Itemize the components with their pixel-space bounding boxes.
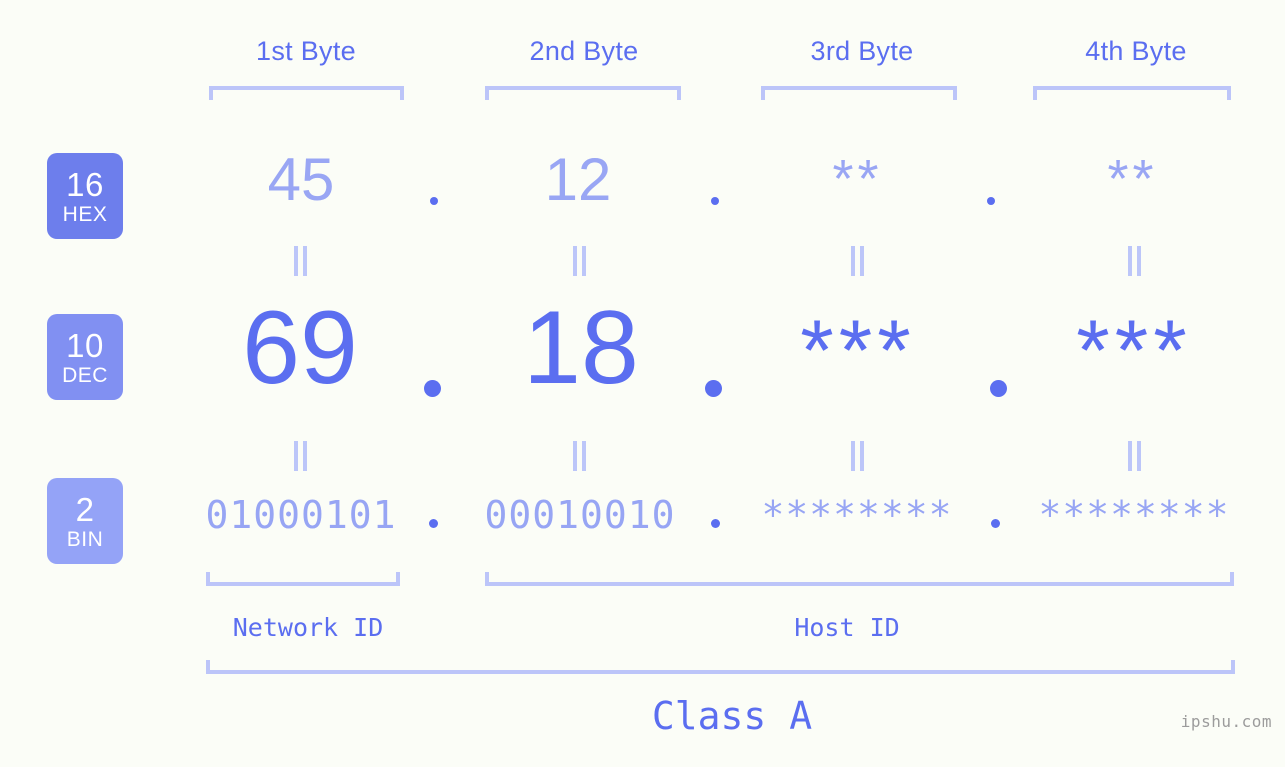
class-label: Class A: [651, 694, 813, 738]
class-bracket: [206, 660, 1235, 674]
base-badge-dec-label: DEC: [62, 363, 108, 387]
bin-dot-1: [429, 519, 438, 528]
equals-dec-bin-1: [294, 441, 308, 471]
hex-dot-1: [430, 197, 438, 205]
dec-byte-2: 18: [523, 290, 639, 406]
hex-dot-3: [987, 197, 995, 205]
hex-byte-4: **: [1107, 149, 1158, 209]
byte-header-3: 3rd Byte: [810, 36, 914, 66]
bin-byte-2: 00010010: [484, 493, 676, 537]
base-badge-bin-label: BIN: [66, 527, 104, 551]
equals-hex-dec-2: [573, 246, 587, 276]
bin-dot-2: [711, 519, 720, 528]
dec-byte-3: ***: [800, 303, 916, 399]
byte-header-1: 1st Byte: [256, 36, 356, 66]
dec-byte-4: ***: [1076, 303, 1192, 399]
byte-bracket-top-4: [1033, 86, 1231, 100]
host-id-bracket: [485, 572, 1234, 586]
equals-hex-dec-4: [1128, 246, 1142, 276]
network-id-label: Network ID: [232, 613, 384, 642]
byte-header-2: 2nd Byte: [529, 36, 639, 66]
equals-dec-bin-4: [1128, 441, 1142, 471]
hex-byte-3: **: [832, 149, 883, 209]
base-badge-dec-number: 10: [66, 326, 104, 364]
bin-dot-3: [991, 519, 1000, 528]
byte-bracket-top-3: [761, 86, 957, 100]
byte-bracket-top-2: [485, 86, 681, 100]
base-badge-hex-label: HEX: [62, 202, 108, 226]
hex-dot-2: [711, 197, 719, 205]
base-badge-hex: 16 HEX: [47, 153, 123, 239]
dec-byte-1: 69: [242, 290, 358, 406]
base-badge-hex-number: 16: [66, 165, 104, 203]
bin-byte-4: ********: [1038, 493, 1230, 537]
equals-hex-dec-1: [294, 246, 308, 276]
equals-dec-bin-3: [851, 441, 865, 471]
bin-byte-1: 01000101: [205, 493, 397, 537]
byte-header-4: 4th Byte: [1085, 36, 1187, 66]
site-watermark: ipshu.com: [1180, 712, 1272, 731]
ip-address-breakdown-diagram: 1st Byte 2nd Byte 3rd Byte 4th Byte 16 H…: [0, 0, 1285, 767]
host-id-label: Host ID: [794, 613, 900, 642]
base-badge-bin-number: 2: [75, 490, 95, 528]
dec-dot-2: [705, 380, 722, 397]
dec-dot-1: [424, 380, 441, 397]
byte-bracket-top-1: [209, 86, 404, 100]
dec-dot-3: [990, 380, 1007, 397]
base-badge-dec: 10 DEC: [47, 314, 123, 400]
bin-byte-3: ********: [761, 493, 953, 537]
hex-byte-2: 12: [544, 146, 612, 213]
equals-dec-bin-2: [573, 441, 587, 471]
base-badge-bin: 2 BIN: [47, 478, 123, 564]
hex-byte-1: 45: [267, 146, 335, 213]
network-id-bracket: [206, 572, 400, 586]
equals-hex-dec-3: [851, 246, 865, 276]
